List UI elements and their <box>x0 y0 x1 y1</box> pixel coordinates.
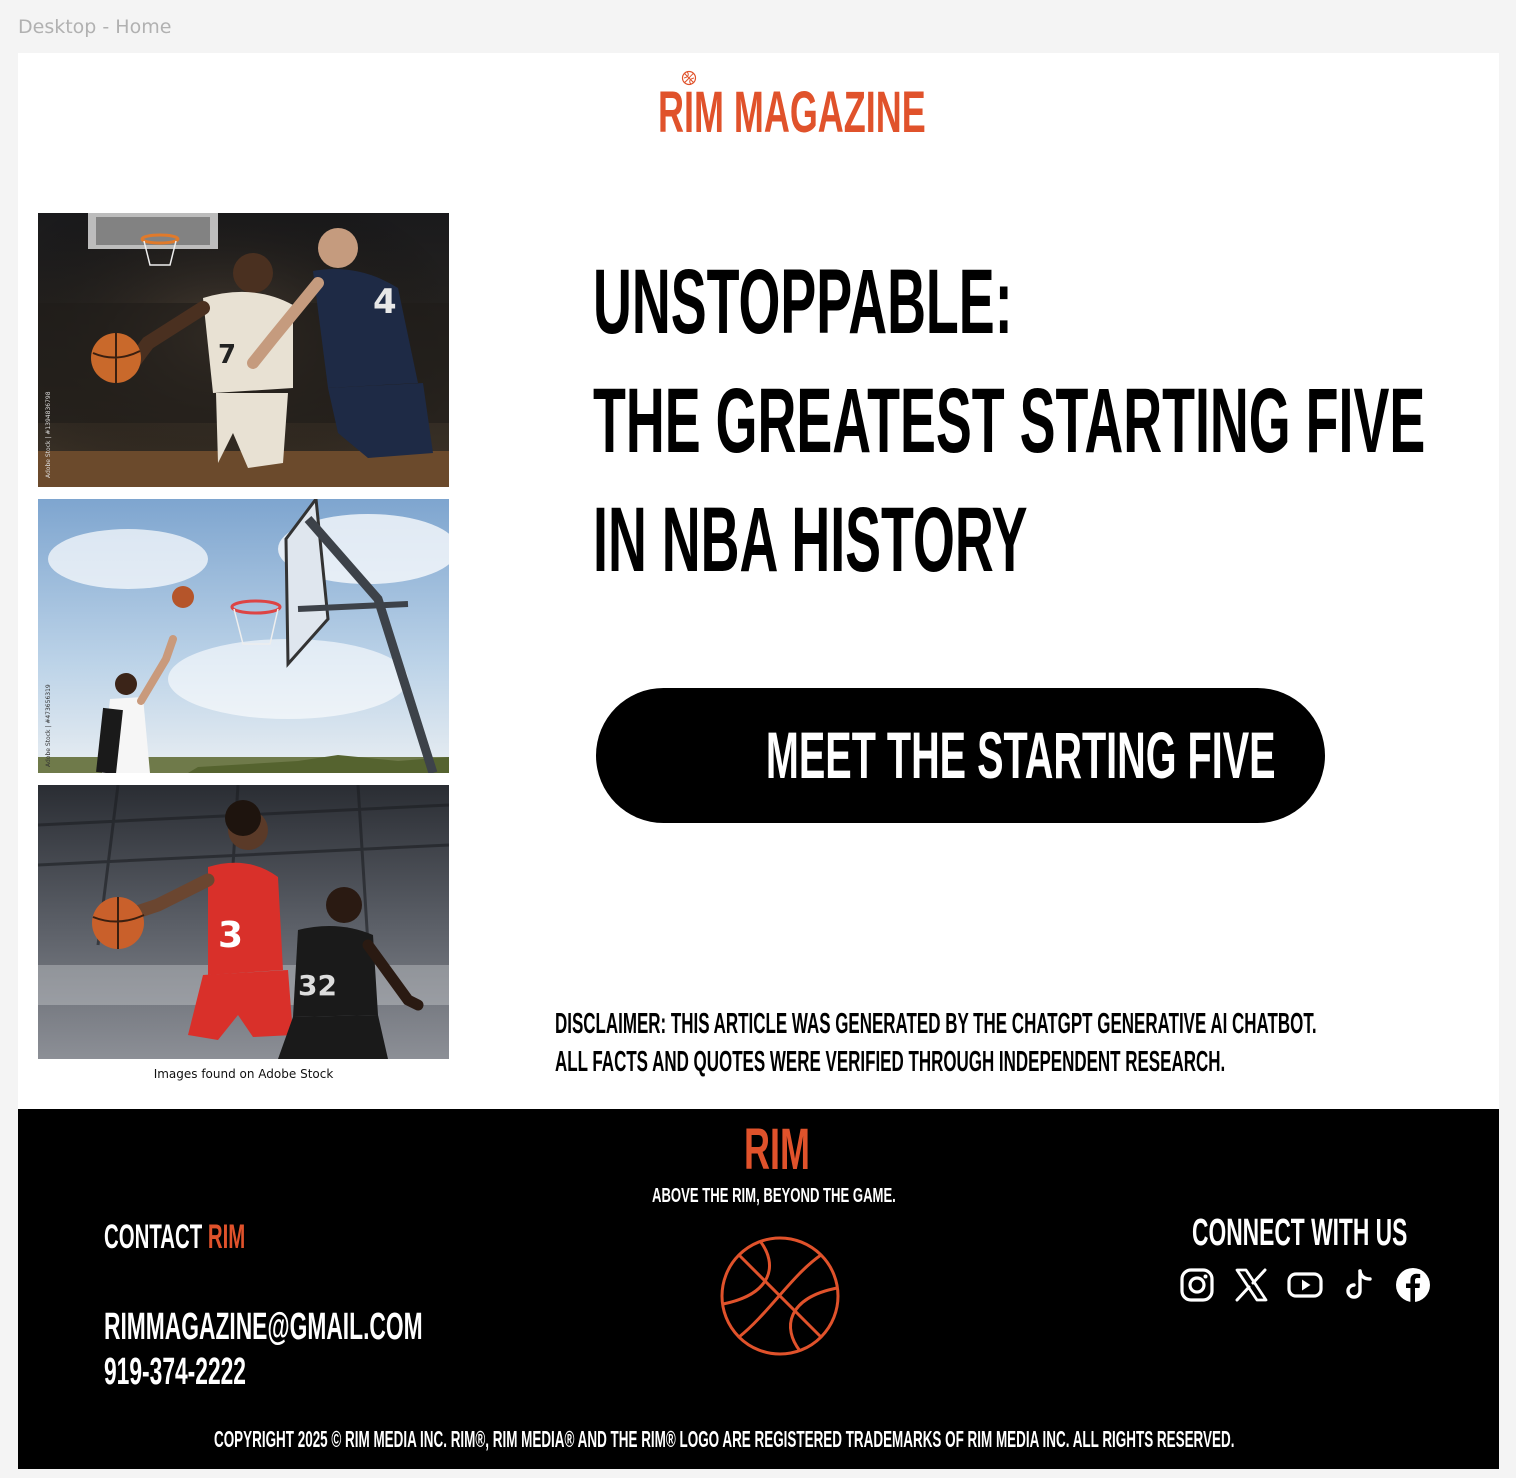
contact-heading-prefix: CONTACT <box>104 1218 208 1256</box>
basketball-icon <box>720 1236 840 1356</box>
photo-outdoor-shot: Adobe Stock | #473656319 <box>38 499 449 773</box>
svg-text:3: 3 <box>218 915 243 956</box>
photo-1-watermark: Adobe Stock | #1394836798 <box>45 391 52 478</box>
cta-label: MEET THE STARTING FIVE <box>765 718 1276 792</box>
site-footer: RIM ABOVE THE RIM, BEYOND THE GAME. CONT… <box>18 1109 1499 1469</box>
hero-headline: UNSTOPPABLE: THE GREATEST STARTING FIVE … <box>593 243 1441 600</box>
footer-tagline: ABOVE THE RIM, BEYOND THE GAME. <box>652 1185 896 1207</box>
tiktok-icon[interactable] <box>1340 1266 1378 1304</box>
connect-heading: CONNECT WITH US <box>1192 1212 1408 1254</box>
photo-2-watermark: Adobe Stock | #473656319 <box>45 684 52 767</box>
frame-label: Desktop - Home <box>18 16 172 38</box>
svg-text:32: 32 <box>298 969 337 1002</box>
youtube-icon[interactable] <box>1286 1266 1324 1304</box>
svg-text:4: 4 <box>373 282 397 322</box>
contact-phone-link[interactable]: 919-374-2222 <box>104 1352 246 1392</box>
disclaimer-line-1: DISCLAIMER: THIS ARTICLE WAS GENERATED B… <box>555 1008 1317 1040</box>
contact-heading: CONTACT RIM <box>104 1219 245 1255</box>
meet-starting-five-button[interactable]: MEET THE STARTING FIVE <box>596 688 1325 823</box>
headline-line-3: IN NBA HISTORY <box>593 489 1028 591</box>
facebook-icon[interactable] <box>1394 1266 1432 1304</box>
contact-email-link[interactable]: RIMMAGAZINE@GMAIL.COM <box>104 1307 423 1347</box>
photo-arena-dribble: 7 4 Adobe Stock | #1394836798 <box>38 213 449 487</box>
instagram-icon[interactable] <box>1178 1266 1216 1304</box>
site-logo[interactable]: RIM MAGAZINE <box>658 70 948 150</box>
svg-text:7: 7 <box>218 340 236 370</box>
social-links <box>1178 1266 1438 1306</box>
footer-brand: RIM <box>744 1117 810 1182</box>
x-icon[interactable] <box>1232 1266 1270 1304</box>
desktop-home-frame: RIM MAGAZINE 7 4 Adobe Stock | #13948367… <box>18 53 1499 1469</box>
copyright-notice: COPYRIGHT 2025 © RIM MEDIA INC. RIM®, RI… <box>214 1426 1235 1452</box>
disclaimer-line-2: ALL FACTS AND QUOTES WERE VERIFIED THROU… <box>555 1046 1226 1078</box>
photo-gym-dribble: 3 32 <box>38 785 449 1059</box>
contact-heading-accent: RIM <box>207 1218 246 1256</box>
headline-line-1: UNSTOPPABLE: <box>593 251 1013 353</box>
ai-disclaimer: DISCLAIMER: THIS ARTICLE WAS GENERATED B… <box>555 1005 1433 1081</box>
gallery-caption: Images found on Adobe Stock <box>153 1067 334 1081</box>
logo-wordmark: RIM MAGAZINE <box>658 80 926 145</box>
headline-line-2: THE GREATEST STARTING FIVE <box>593 370 1426 472</box>
